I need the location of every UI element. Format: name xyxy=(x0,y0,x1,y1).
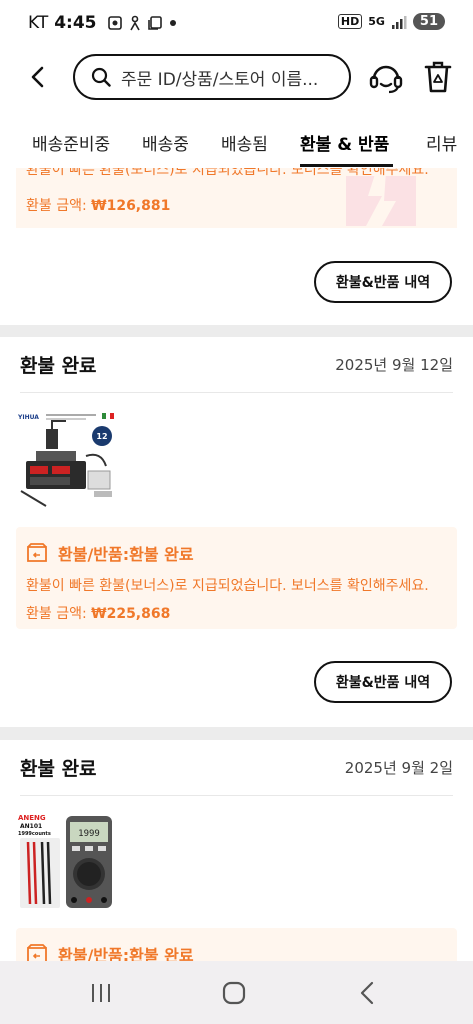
copy-icon xyxy=(147,16,162,30)
soldering-station-image: YIHUA 12 xyxy=(16,411,116,511)
product-brand-text: ANENG xyxy=(18,814,46,822)
tab-delivered[interactable]: 배송됨 xyxy=(221,130,268,155)
refund-amount-label: 환불 금액: xyxy=(26,198,92,214)
carrier-label: KT xyxy=(28,13,49,33)
svg-text:12: 12 xyxy=(96,432,107,441)
recent-apps-icon xyxy=(92,984,110,1002)
chevron-left-icon xyxy=(31,66,44,88)
order-search-input[interactable]: 주문 ID/상품/스토어 이름... xyxy=(73,54,351,100)
refund-status-heading: 환불/반품:환불 완료 xyxy=(26,541,447,565)
recycle-bin-button[interactable] xyxy=(423,60,453,94)
order-date: 2025년 9월 2일 xyxy=(344,759,453,777)
app-root: KT 4:45 HD 5G 51 주문 ID/상품/스토어 이름... 배송준비… xyxy=(0,0,473,1024)
refund-status-heading: 환불/반품:환불 완료 xyxy=(26,942,447,961)
recent-apps-button[interactable] xyxy=(86,979,116,1007)
product-model-text: AN101 xyxy=(20,823,42,830)
customer-service-button[interactable] xyxy=(368,60,404,96)
order-card: 환불 완료 2025년 9월 12일 YIHUA 12 환불/반품:환불 완료 … xyxy=(0,337,473,727)
home-button[interactable] xyxy=(219,979,249,1007)
product-brand-text: YIHUA xyxy=(17,414,39,421)
back-arrow-icon xyxy=(360,981,374,1005)
dot-icon xyxy=(169,20,176,26)
refund-status-box: 환불/반품:환불 완료 xyxy=(16,928,457,961)
status-bar: KT 4:45 HD 5G 51 xyxy=(0,0,473,46)
tab-refund-return[interactable]: 환불 & 반품 xyxy=(300,130,389,155)
app-header: 주문 ID/상품/스토어 이름... xyxy=(0,46,473,112)
system-back-button[interactable] xyxy=(352,979,382,1007)
order-card-partial: 환불이 빠른 환불(보너스)로 지급되었습니다. 보너스를 확인해주세요. 환불… xyxy=(0,168,473,325)
order-card: 환불 완료 2025년 9월 2일 ANENG AN101 1999counts… xyxy=(0,740,473,961)
order-card-header: 환불 완료 2025년 9월 2일 xyxy=(20,740,453,796)
refund-status-box: 환불이 빠른 환불(보너스)로 지급되었습니다. 보너스를 확인해주세요. 환불… xyxy=(16,168,457,228)
search-placeholder: 주문 ID/상품/스토어 이름... xyxy=(121,69,319,90)
product-thumbnail[interactable]: YIHUA 12 xyxy=(16,411,116,511)
broken-heart-icon xyxy=(346,171,416,226)
refund-status-box: 환불/반품:환불 완료 환불이 빠른 환불(보너스)로 지급되었습니다. 보너스… xyxy=(16,527,457,629)
refund-amount-label: 환불 금액: xyxy=(26,606,92,622)
return-box-icon xyxy=(27,543,47,562)
refund-amount-value: ₩126,881 xyxy=(91,198,171,214)
order-status-title: 환불 완료 xyxy=(20,355,97,377)
return-box-icon xyxy=(27,944,47,961)
person-icon xyxy=(129,15,140,31)
refund-status-text: 환불/반품:환불 완료 xyxy=(58,946,194,961)
tab-shipping[interactable]: 배송중 xyxy=(142,130,189,155)
decorative-badge-shape xyxy=(336,171,426,226)
multimeter-image: ANENG AN101 1999counts 1999 xyxy=(18,812,118,912)
svg-text:1999: 1999 xyxy=(78,829,100,839)
order-card-header: 환불 완료 2025년 9월 12일 xyxy=(20,337,453,393)
tab-preparing[interactable]: 배송준비중 xyxy=(32,130,110,155)
screenshot-icon xyxy=(107,16,122,30)
back-button[interactable] xyxy=(22,62,52,92)
order-list: 환불이 빠른 환불(보너스)로 지급되었습니다. 보너스를 확인해주세요. 환불… xyxy=(0,168,473,961)
product-counts-text: 1999counts xyxy=(18,831,51,837)
trash-recycle-icon xyxy=(424,61,452,93)
refund-history-button[interactable]: 환불&반품 내역 xyxy=(314,261,452,303)
clock-time: 4:45 xyxy=(54,13,97,33)
order-date: 2025년 9월 12일 xyxy=(335,356,453,374)
signal-icon xyxy=(391,15,407,29)
order-status-tabs: 배송준비중 배송중 배송됨 환불 & 반품 리뷰 xyxy=(0,112,473,168)
status-notification-icons xyxy=(107,15,177,31)
refund-amount: 환불 금액: ₩126,881 xyxy=(26,195,170,215)
headset-icon xyxy=(369,65,403,94)
status-system-icons: HD 5G 51 xyxy=(337,13,445,30)
active-tab-indicator xyxy=(300,164,393,167)
refund-history-button[interactable]: 환불&반품 내역 xyxy=(314,661,452,703)
refund-message-cut: 환불이 빠른 환불(보너스)로 지급되었습니다. 보너스를 확인해주세요. xyxy=(26,168,429,178)
system-navigation-bar xyxy=(0,961,473,1024)
refund-amount-value: ₩225,868 xyxy=(91,606,171,622)
tab-review[interactable]: 리뷰 xyxy=(426,130,457,155)
search-icon xyxy=(91,67,111,87)
product-thumbnail[interactable]: ANENG AN101 1999counts 1999 xyxy=(18,812,118,912)
network-5g-icon: 5G xyxy=(368,15,385,28)
battery-icon: 51 xyxy=(412,13,445,30)
hd-icon: HD xyxy=(337,14,363,29)
refund-status-text: 환불/반품:환불 완료 xyxy=(58,545,194,564)
order-status-title: 환불 완료 xyxy=(20,758,97,780)
refund-amount: 환불 금액: ₩225,868 xyxy=(26,603,447,623)
home-icon xyxy=(222,981,246,1005)
refund-message: 환불이 빠른 환불(보너스)로 지급되었습니다. 보너스를 확인해주세요. xyxy=(26,578,429,594)
